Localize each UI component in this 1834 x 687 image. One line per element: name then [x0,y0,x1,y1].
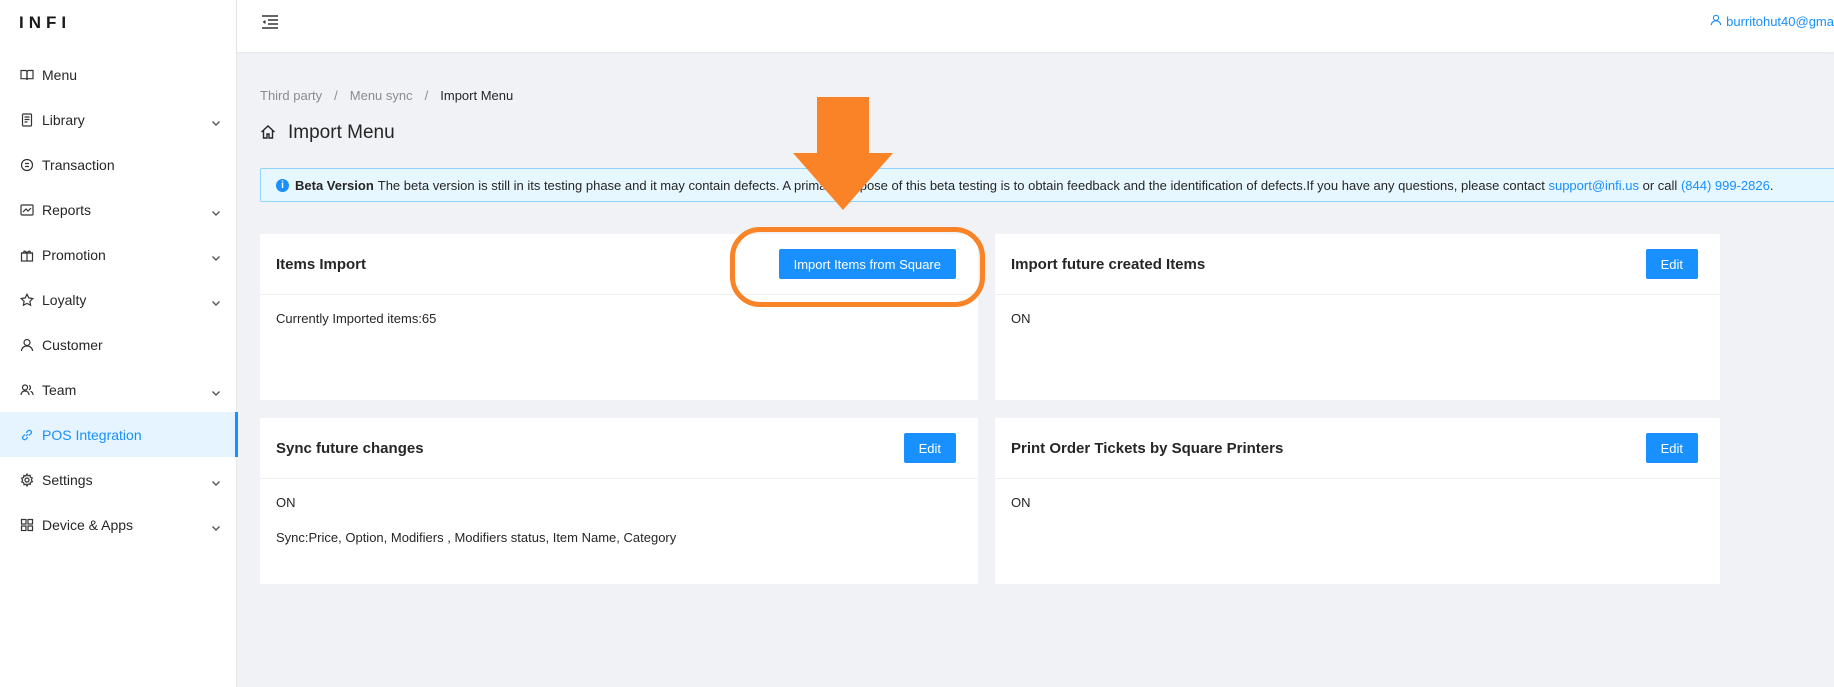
book-icon [20,68,34,82]
sidebar-item-label: Transaction [42,156,115,173]
chevron-down-icon [211,475,221,486]
future-items-status: ON [1011,311,1031,326]
chevron-down-icon [211,205,221,216]
transaction-icon [20,158,34,172]
sidebar-item-label: Menu [42,66,78,83]
sidebar-item-device-apps[interactable]: Device & Apps [0,502,237,547]
gear-icon [20,472,34,487]
top-header: burritohut40@gma [237,0,1834,52]
breadcrumb-current: Import Menu [440,88,514,103]
sidebar-item-label: Settings [42,471,93,488]
sidebar-nav: Menu Library Transaction Reports Promoti… [0,52,238,547]
home-icon[interactable] [260,124,276,143]
future-items-card: Import future created Items Edit ON [995,234,1720,400]
beta-alert: i Beta Version The beta version is still… [260,168,1834,202]
user-email: burritohut40@gma [1726,14,1834,29]
page-title-text: Import Menu [288,122,395,143]
sidebar-item-label: POS Integration [42,426,142,443]
breadcrumb-separator: / [424,88,429,103]
sidebar-item-transaction[interactable]: Transaction [0,142,237,187]
sidebar-item-label: Team [42,381,77,398]
breadcrumb: Third party / Menu sync / Import Menu [260,88,513,103]
print-tickets-card: Print Order Tickets by Square Printers E… [995,418,1720,584]
sync-fields: Sync:Price, Option, Modifiers , Modifier… [276,530,677,545]
sync-status: ON [276,495,296,510]
user-icon [1710,14,1722,29]
alert-text-end: . [1769,177,1774,193]
sidebar-item-team[interactable]: Team [0,367,237,412]
sidebar-item-pos-integration[interactable]: POS Integration [0,412,238,457]
sidebar-item-label: Reports [42,201,92,218]
sidebar-item-label: Device & Apps [42,516,134,533]
breadcrumb-separator: / [334,88,338,103]
items-import-card: Items Import Import Items from Square Cu… [260,234,978,400]
sidebar-item-label: Library [42,111,85,128]
print-tickets-status: ON [1011,495,1031,510]
chevron-down-icon [211,250,221,261]
alert-text: The beta version is still in its testing… [377,177,1545,193]
card-title: Import future created Items [1011,255,1206,273]
import-items-from-square-button[interactable]: Import Items from Square [778,249,956,279]
sidebar-item-loyalty[interactable]: Loyalty [0,277,237,322]
sidebar-item-label: Customer [42,336,103,353]
card-title: Sync future changes [276,439,424,457]
sidebar-item-label: Promotion [42,246,106,263]
gift-icon [20,248,34,262]
edit-print-tickets-button[interactable]: Edit [1645,433,1698,463]
edit-future-items-button[interactable]: Edit [1645,249,1698,279]
grid-icon [20,518,34,532]
info-icon: i [276,178,289,192]
alert-text-mid: or call [1642,177,1678,193]
imported-items-count: Currently Imported items:65 [276,311,437,326]
sync-changes-card: Sync future changes Edit ON Sync:Price, … [260,418,978,584]
logo[interactable]: INFI [19,13,72,32]
sidebar-item-label: Loyalty [42,291,87,308]
support-phone-link[interactable]: (844) 999-2826 [1681,178,1770,193]
sidebar-item-reports[interactable]: Reports [0,187,237,232]
chevron-down-icon [211,115,221,126]
logo-text: INFI [19,13,72,32]
user-menu[interactable]: burritohut40@gma [1710,14,1834,29]
alert-title: Beta Version [295,177,374,193]
support-email-link[interactable]: support@infi.us [1548,178,1639,193]
library-icon [20,112,34,127]
card-title: Items Import [276,255,367,273]
page-title: Import Menu [260,122,395,144]
sidebar-item-promotion[interactable]: Promotion [0,232,237,277]
sidebar-item-library[interactable]: Library [0,97,237,142]
breadcrumb-menu-sync[interactable]: Menu sync [350,88,413,103]
chevron-down-icon [211,385,221,396]
link-icon [20,428,34,442]
chevron-down-icon [211,295,221,306]
sidebar-item-menu[interactable]: Menu [0,52,237,97]
sidebar: INFI Menu Library Transaction Reports Pr… [0,0,238,687]
sidebar-item-settings[interactable]: Settings [0,457,237,502]
star-icon [20,292,34,307]
breadcrumb-third-party[interactable]: Third party [260,88,322,103]
edit-sync-changes-button[interactable]: Edit [903,433,956,463]
team-icon [20,383,34,397]
card-title: Print Order Tickets by Square Printers [1011,439,1284,457]
chart-icon [20,203,34,217]
chevron-down-icon [211,520,221,531]
sidebar-item-customer[interactable]: Customer [0,322,237,367]
menu-fold-icon[interactable] [261,14,279,30]
user-icon [20,338,34,352]
